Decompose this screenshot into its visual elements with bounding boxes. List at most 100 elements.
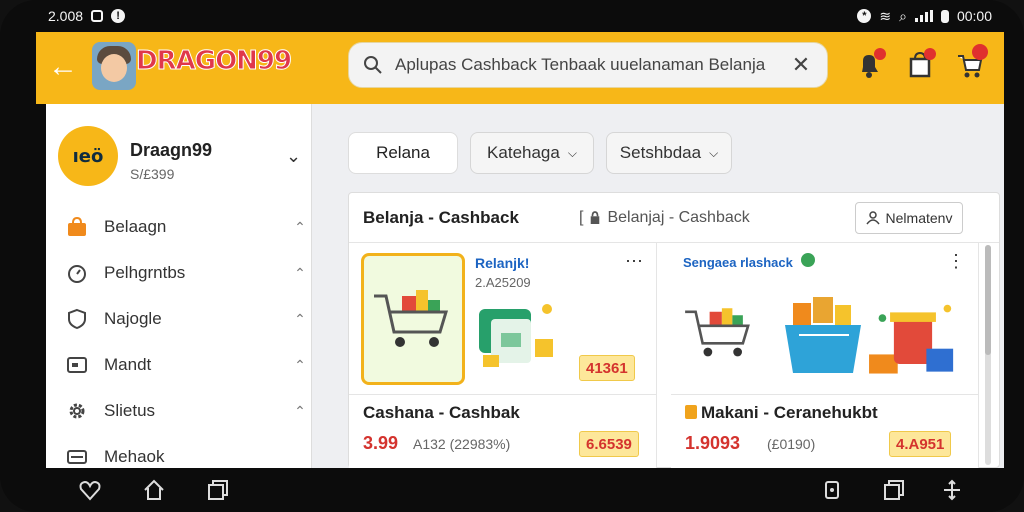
promo-tag: Relanjk!: [475, 255, 530, 271]
expand-icon[interactable]: [940, 478, 964, 502]
sidebar-item-mandt[interactable]: Mandt ⌃: [66, 350, 308, 380]
home-icon[interactable]: [142, 478, 166, 502]
cashback-pill: 4.A951: [889, 431, 952, 457]
product-price: 1.9093: [685, 433, 741, 453]
chevron-up-icon: ⌃: [294, 356, 306, 373]
promo-tag: Sengaea rlashack: [683, 255, 793, 270]
sidebar-item-pelhgrntbs[interactable]: Pelhgrntbs ⌃: [66, 258, 308, 288]
status-bar: 2.008 ! * ≋ ⌕ 00:00: [36, 0, 1004, 32]
scroll-thumb[interactable]: [985, 245, 991, 355]
vibrate-icon: ≋: [879, 7, 892, 24]
product-name: Cashana - Cashbak: [363, 403, 520, 422]
sidebar-item-belaagn[interactable]: Belaagn ⌃: [66, 212, 308, 242]
verified-icon: [801, 253, 815, 267]
signal-icon: [914, 10, 933, 22]
sidebar-item-label: Mandt: [104, 355, 152, 374]
promo-price-pill: 41361: [579, 355, 635, 381]
cashback-pill: 6.6539: [579, 431, 639, 457]
tab-label: Setshbdaa: [619, 143, 702, 162]
product-card[interactable]: Sengaea rlashack ⋮ Makani - Ceranehukbt …: [671, 243, 979, 469]
speed-icon: [66, 262, 88, 284]
sidebar-item-label: Mehaok: [104, 447, 165, 466]
clear-search-icon[interactable]: ✕: [789, 52, 813, 78]
cart-thumbnail: [361, 253, 465, 385]
alert-icon: !: [111, 9, 126, 23]
product-name: Makani - Ceranehukbt: [701, 403, 878, 422]
rotate-icon[interactable]: [820, 478, 844, 502]
back-arrow-icon[interactable]: ←: [48, 50, 78, 84]
chevron-down-icon: ⌵: [709, 145, 719, 160]
main-content: Relana Katehaga ⌵ Setshbdaa ⌵ Belanja - …: [312, 104, 1004, 469]
hand-icon: [685, 405, 697, 419]
card-icon: [66, 446, 88, 468]
panel-subtitle-text: Belanjaj - Cashback: [607, 209, 750, 226]
chevron-up-icon: ⌃: [294, 264, 306, 281]
gear-icon: [66, 400, 88, 422]
tab-label: Katehaga: [487, 143, 560, 162]
scrollbar[interactable]: [985, 245, 991, 465]
profile-toggle-icon[interactable]: ⌄: [286, 146, 301, 167]
product-image: Sengaea rlashack ⋮: [671, 243, 978, 395]
logo-icon: [92, 42, 136, 90]
system-nav-bar: [36, 468, 1004, 512]
bell-icon[interactable]: [856, 48, 886, 80]
original-price: A132 (22983%): [413, 436, 511, 452]
more-options-icon[interactable]: ⋮: [947, 251, 966, 272]
bracket-text: [: [579, 209, 584, 226]
cashback-panel: Belanja - Cashback [ Belanjaj - Cashback…: [348, 192, 1000, 469]
window-icon[interactable]: [882, 478, 906, 502]
cashback-wallet-icon: [479, 304, 553, 367]
bag-icon[interactable]: [906, 48, 936, 80]
coin-pot-icon: [869, 304, 954, 374]
recent-apps-icon[interactable]: [206, 478, 230, 502]
heart-icon[interactable]: [78, 478, 102, 502]
sidebar-item-label: Slietus: [104, 401, 156, 420]
panel-subtitle: [ Belanjaj - Cashback: [579, 209, 750, 227]
filter-button[interactable]: Nelmatenv: [855, 202, 963, 234]
wifi-icon: ⌕: [899, 7, 907, 24]
chevron-up-icon: ⌃: [294, 310, 306, 327]
avatar: ıeö: [58, 126, 118, 186]
notification-icon: [91, 10, 104, 22]
more-options-icon[interactable]: ⋯: [625, 251, 644, 272]
sidebar-item-slietus[interactable]: Slietus ⌃: [66, 396, 308, 426]
bluetooth-icon: *: [857, 9, 872, 23]
sidebar-item-label: Pelhgrntbs: [104, 263, 186, 282]
tab-relana[interactable]: Relana: [348, 132, 458, 174]
user-icon: [865, 211, 880, 225]
chevron-down-icon: ⌵: [567, 145, 577, 160]
cart-icon[interactable]: [956, 44, 988, 80]
promo-code: 2.A25209: [475, 275, 531, 290]
product-card[interactable]: Relanjk! 2.A25209 ⋯ 41361 Cashana - Cash…: [349, 243, 657, 469]
sidebar-item-label: Najogle: [104, 309, 162, 328]
app-header: ← DRAGON99 Aplupas Cashback Tenbaak uuel…: [36, 32, 1004, 104]
tab-label: Relana: [376, 143, 430, 162]
tab-katehaga[interactable]: Katehaga ⌵: [470, 132, 594, 174]
panel-header: Belanja - Cashback [ Belanjaj - Cashback…: [349, 193, 999, 243]
chevron-up-icon: ⌃: [294, 218, 306, 235]
tab-setshbdaa[interactable]: Setshbdaa ⌵: [606, 132, 732, 174]
search-icon: [364, 56, 382, 74]
status-time-left: 2.008: [48, 8, 84, 24]
status-clock: 00:00: [956, 8, 992, 24]
sidebar-item-label: Belaagn: [104, 217, 167, 236]
product-price: 3.99: [363, 433, 399, 453]
lock-icon: [591, 211, 600, 224]
gift-basket-icon: [785, 297, 861, 373]
profile-name: Draagn99: [130, 140, 213, 160]
battery-icon: [940, 9, 949, 23]
profile-id: S/£399: [130, 166, 175, 182]
sidebar-item-najogle[interactable]: Najogle ⌃: [66, 304, 308, 334]
search-input[interactable]: Aplupas Cashback Tenbaak uuelanaman Bela…: [395, 55, 789, 75]
shield-icon: [66, 308, 88, 330]
profile-card[interactable]: ıeö Draagn99 S/£399 ⌄: [58, 126, 308, 190]
shopping-cart-icon: [374, 290, 449, 347]
app-logo[interactable]: DRAGON99: [135, 46, 292, 77]
phone-frame: 2.008 ! * ≋ ⌕ 00:00 ← DRAGON99 Aplupas C…: [0, 0, 1024, 512]
chevron-up-icon: ⌃: [294, 402, 306, 419]
sidebar: ıeö Draagn99 S/£399 ⌄ Belaagn ⌃ Pelhgrnt…: [46, 104, 312, 468]
bag-icon: [66, 216, 88, 238]
search-bar[interactable]: Aplupas Cashback Tenbaak uuelanaman Bela…: [348, 42, 828, 88]
filter-button-label: Nelmatenv: [885, 210, 953, 226]
product-image: Relanjk! 2.A25209 ⋯ 41361: [349, 243, 656, 395]
